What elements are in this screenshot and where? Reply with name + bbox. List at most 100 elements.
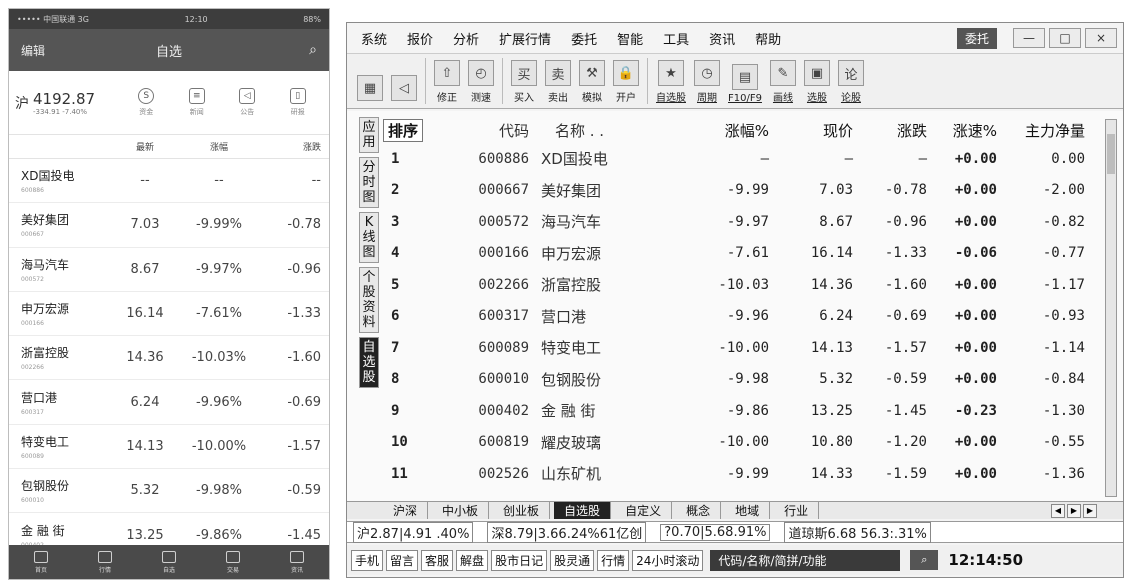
category-tab[interactable]: 自定义 [615, 502, 673, 519]
quick-link[interactable]: 股市日记 [491, 549, 548, 571]
quick-link[interactable]: 解盘 [456, 549, 489, 571]
arrow-end-icon[interactable]: ▶ [1083, 503, 1097, 518]
table-row[interactable]: 6 600317 营口港 -9.96 6.24 -0.69 +0.00 -0.93 [383, 301, 1108, 333]
menu-item[interactable]: 扩展行情 [499, 29, 551, 48]
side-tab[interactable]: 个股资料 [359, 267, 379, 333]
arrow-right-icon[interactable]: ▶ [1067, 503, 1081, 518]
header-code[interactable]: 代码 [423, 120, 529, 141]
list-item[interactable]: 申万宏源 000166 16.14 -7.61% -1.33 [9, 292, 329, 337]
scroll-thumb[interactable] [1107, 134, 1115, 174]
table-row[interactable]: 11 002526 山东矿机 -9.99 14.33 -1.59 +0.00 -1.36 [383, 458, 1108, 490]
vertical-scrollbar[interactable] [1105, 119, 1117, 497]
toolbar-button[interactable]: 🔒 开户 [613, 60, 639, 104]
search-icon[interactable]: ⌕ [910, 550, 939, 570]
quick-tool[interactable]: S 资金 [138, 88, 155, 117]
category-tab[interactable]: 中小板 [432, 502, 490, 519]
header-name[interactable]: 名称 . . [529, 120, 689, 141]
category-tab[interactable]: 概念 [676, 502, 722, 519]
close-button[interactable]: × [1085, 28, 1117, 48]
toolbar-button[interactable]: ★ 自选股 [656, 60, 686, 104]
tab-0[interactable]: 首页 [34, 550, 48, 574]
toolbar-button[interactable]: ▤ F10/F9 [728, 64, 762, 104]
toolbar-button[interactable]: ▦ [357, 75, 383, 104]
index-quote[interactable]: ?0.70|5.68.91% [660, 523, 771, 541]
list-item[interactable]: 营口港 600317 6.24 -9.96% -0.69 [9, 380, 329, 425]
quick-link[interactable]: 行情 [597, 549, 630, 571]
trade-dropdown-button[interactable]: 委托 [956, 27, 997, 49]
header-chg[interactable]: 涨跌 [853, 120, 927, 141]
quick-tool[interactable]: ≡ 新闻 [188, 88, 205, 117]
side-tab[interactable]: 应用 [359, 117, 379, 153]
menu-item[interactable]: 报价 [407, 29, 433, 48]
menu-item[interactable]: 帮助 [755, 29, 781, 48]
menu-item[interactable]: 智能 [617, 29, 643, 48]
index-quote[interactable]: 深8.79|3.66.24%61亿创 [487, 521, 647, 543]
arrow-left-icon[interactable]: ◀ [1051, 503, 1065, 518]
table-row[interactable]: 5 002266 浙富控股 -10.03 14.36 -1.60 +0.00 -1.17 [383, 269, 1108, 301]
side-tab[interactable]: 自选股 [359, 337, 379, 388]
list-item[interactable]: 特变电工 600089 14.13 -10.00% -1.57 [9, 425, 329, 470]
search-input[interactable]: 代码/名称/简拼/功能 [710, 549, 901, 571]
quick-tool[interactable]: ◁ 公告 [239, 88, 256, 117]
toolbar-button[interactable]: 论论股 [837, 60, 864, 104]
list-item[interactable]: 浙富控股 002266 14.36 -10.03% -1.60 [9, 336, 329, 381]
menu-item[interactable]: 分析 [453, 29, 479, 48]
header-price[interactable]: 现价 [769, 120, 853, 141]
quick-link[interactable]: 24小时滚动 [632, 549, 704, 571]
index-summary[interactable]: 沪 4192.87 -334.91 -7.40% S 资金 ≡ 新闻 ◁ 公告 ▯ 研报 [9, 71, 329, 135]
quick-tool[interactable]: ▯ 研报 [289, 88, 306, 117]
header-flow[interactable]: 主力净量 [997, 120, 1085, 141]
tab-1[interactable]: 行情 [98, 550, 112, 574]
list-item[interactable]: 海马汽车 000572 8.67 -9.97% -0.96 [9, 248, 329, 292]
maximize-button[interactable]: □ [1049, 28, 1081, 48]
index-quote[interactable]: 道琼斯6.68 56.3:.31% [784, 521, 931, 543]
index-quote[interactable]: 沪2.87|4.91 .40% [353, 521, 474, 543]
category-tab[interactable]: 行业 [774, 502, 820, 519]
menu-item[interactable]: 工具 [663, 29, 689, 48]
minimize-button[interactable]: — [1013, 28, 1045, 48]
side-tab[interactable]: K线图 [359, 212, 379, 263]
tab-2[interactable]: 自选 [162, 550, 176, 574]
header-chg[interactable]: 涨跌 [257, 140, 329, 153]
tab-3[interactable]: 交易 [226, 550, 240, 574]
side-tab[interactable]: 分时图 [359, 157, 379, 208]
category-tab[interactable]: 自选股 [554, 502, 612, 519]
table-row[interactable]: 10 600819 耀皮玻璃 -10.00 10.80 -1.20 +0.00 -0.55 [383, 427, 1108, 459]
header-speed[interactable]: 涨速% [927, 120, 997, 141]
header-price[interactable]: 最新 [109, 140, 181, 153]
toolbar-button[interactable]: ⇧ 修正 [434, 60, 460, 104]
toolbar-button[interactable]: ✎ 画线 [769, 60, 796, 104]
quick-link[interactable]: 留言 [386, 549, 419, 571]
list-item[interactable]: 美好集团 000667 7.03 -9.99% -0.78 [9, 203, 329, 248]
category-tab[interactable]: 地域 [725, 502, 771, 519]
toolbar-button[interactable]: ▣ 选股 [803, 60, 830, 104]
quick-link[interactable]: 客服 [421, 549, 454, 571]
table-row[interactable]: 4 000166 申万宏源 -7.61 16.14 -1.33 -0.06 -0.77 [383, 238, 1108, 270]
table-row[interactable]: 3 000572 海马汽车 -9.97 8.67 -0.96 +0.00 -0.82 [383, 206, 1108, 238]
list-item[interactable]: XD国投电 600886 -- -- -- [9, 159, 329, 204]
menu-item[interactable]: 委托 [571, 29, 597, 48]
menu-item[interactable]: 资讯 [709, 29, 735, 48]
menu-item[interactable]: 系统 [361, 29, 387, 48]
header-rank[interactable]: 排序 [383, 118, 423, 142]
table-row[interactable]: 7 600089 特变电工 -10.00 14.13 -1.57 +0.00 -1.14 [383, 332, 1108, 364]
toolbar-button[interactable]: ⚒ 模拟 [579, 60, 605, 104]
table-row[interactable]: 1 600886 XD国投电 – – – +0.00 0.00 [383, 143, 1108, 175]
list-item[interactable]: 包钢股份 600010 5.32 -9.98% -0.59 [9, 469, 329, 514]
table-row[interactable]: 2 000667 美好集团 -9.99 7.03 -0.78 +0.00 -2.00 [383, 175, 1108, 207]
table-row[interactable]: 9 000402 金 融 街 -9.86 13.25 -1.45 -0.23 -1.30 [383, 395, 1108, 427]
quick-link[interactable]: 手机 [351, 549, 384, 571]
tab-4[interactable]: 资讯 [290, 550, 304, 574]
category-tab[interactable]: 创业板 [493, 502, 551, 519]
table-row[interactable]: 8 600010 包钢股份 -9.98 5.32 -0.59 +0.00 -0.84 [383, 364, 1108, 396]
header-pct[interactable]: 涨幅 [181, 140, 257, 153]
edit-button[interactable]: 编辑 [21, 42, 45, 59]
search-icon[interactable]: ⌕ [309, 42, 317, 58]
toolbar-button[interactable]: 买买入 [511, 60, 537, 104]
toolbar-button[interactable]: 卖卖出 [545, 60, 571, 104]
header-pct[interactable]: 涨幅% [689, 120, 769, 141]
toolbar-button[interactable]: ◷ 周期 [694, 60, 720, 104]
category-tab[interactable]: 沪深 [383, 502, 429, 519]
toolbar-button[interactable]: ◁ [391, 75, 417, 104]
toolbar-button[interactable]: ◴ 测速 [468, 60, 494, 104]
